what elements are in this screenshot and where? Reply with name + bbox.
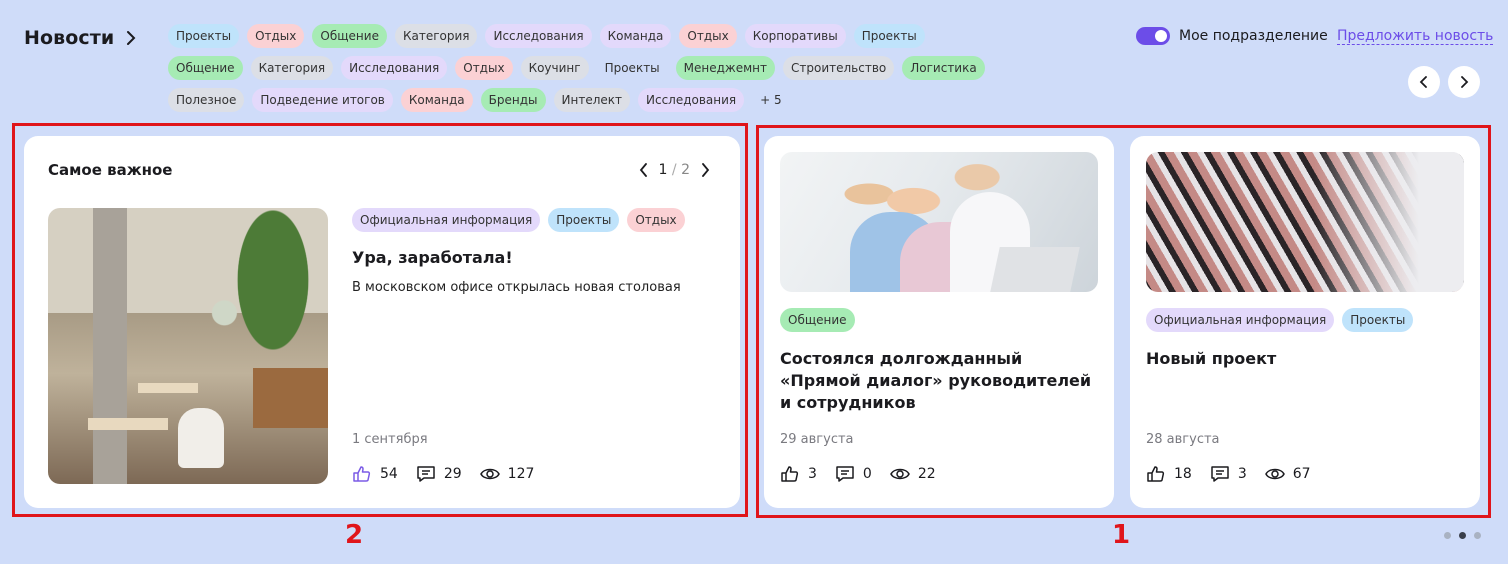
more-tags-button[interactable]: + 5 xyxy=(752,88,790,112)
filter-tag[interactable]: Проекты xyxy=(168,24,240,48)
annotation-frame-left xyxy=(12,123,748,517)
filter-tag[interactable]: Менеджемнт xyxy=(675,56,775,80)
filter-tag[interactable]: Коучинг xyxy=(520,56,589,80)
filter-tag[interactable]: Строительство xyxy=(783,56,895,80)
carousel-dot-active[interactable] xyxy=(1459,532,1466,539)
filter-tag[interactable]: Команда xyxy=(599,24,672,48)
filter-tag[interactable]: Бренды xyxy=(480,88,546,112)
filter-tags: Проекты Отдых Общение Категория Исследования… xyxy=(168,24,988,112)
chevron-left-icon xyxy=(1419,76,1427,88)
chevron-right-icon xyxy=(1461,76,1469,88)
annotation-frame-right xyxy=(756,125,1491,518)
filter-tag[interactable]: Проекты xyxy=(853,24,925,48)
filter-tag[interactable]: Общение xyxy=(168,56,243,80)
filter-tag[interactable]: Проекты xyxy=(597,56,668,80)
filter-tag[interactable]: Отдых xyxy=(679,24,737,48)
filter-tag[interactable]: Логистика xyxy=(902,56,985,80)
my-department-label: Мое подразделение xyxy=(1179,28,1328,44)
annotation-number-left: 2 xyxy=(345,520,364,550)
filter-tag[interactable]: Общение xyxy=(312,24,387,48)
filter-tag[interactable]: Исследования xyxy=(638,88,745,112)
filter-tag[interactable]: Команда xyxy=(400,88,473,112)
filter-tag[interactable]: Интелект xyxy=(553,88,630,112)
suggest-news-link[interactable]: Предложить новость xyxy=(1337,28,1494,45)
annotation-number-right: 1 xyxy=(1112,520,1131,550)
filter-tag[interactable]: Подведение итогов xyxy=(252,88,393,112)
my-department-toggle-group: Мое подразделение xyxy=(1136,27,1328,45)
news-header[interactable]: Новости xyxy=(24,27,138,49)
next-page-button[interactable] xyxy=(1448,66,1480,98)
page-title[interactable]: Новости xyxy=(24,27,114,49)
filter-tag[interactable]: Полезное xyxy=(168,88,245,112)
filter-tag[interactable]: Исследования xyxy=(485,24,592,48)
filter-tag[interactable]: Исследования xyxy=(341,56,448,80)
filter-tag[interactable]: Категория xyxy=(394,24,478,48)
filter-tag[interactable]: Категория xyxy=(250,56,334,80)
filter-tag[interactable]: Отдых xyxy=(247,24,305,48)
my-department-toggle[interactable] xyxy=(1136,27,1170,45)
carousel-dot[interactable] xyxy=(1474,532,1481,539)
carousel-dots xyxy=(1444,532,1481,539)
chevron-right-icon[interactable] xyxy=(124,29,138,47)
prev-page-button[interactable] xyxy=(1408,66,1440,98)
carousel-dot[interactable] xyxy=(1444,532,1451,539)
filter-tag[interactable]: Отдых xyxy=(455,56,513,80)
filter-tag[interactable]: Корпоративы xyxy=(744,24,846,48)
